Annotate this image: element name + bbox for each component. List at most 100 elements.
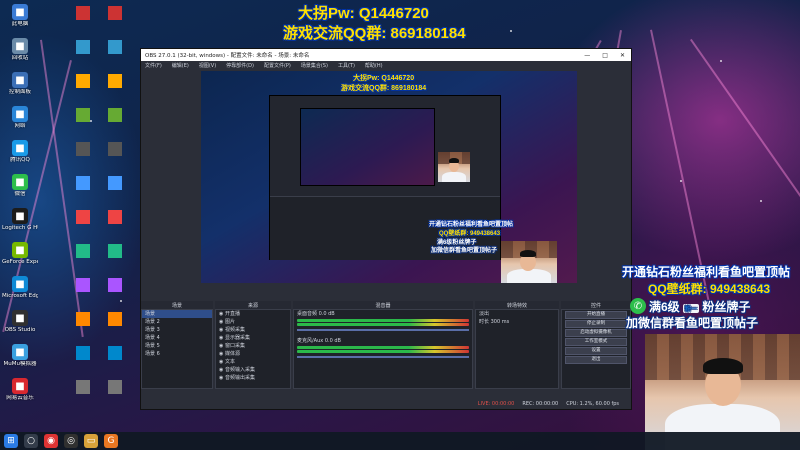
menu-item[interactable]: 配置文件(P) [264,62,291,69]
app-shortcut-icon[interactable] [108,40,122,54]
status-cpu: CPU: 1.2%, 60.00 fps [566,401,619,407]
audio-meter [297,319,469,322]
desktop-icon[interactable]: ■ 网易云音乐 [4,378,36,410]
transition-type[interactable]: 淡出 [476,310,558,318]
control-button[interactable]: 退出 [565,356,627,364]
scene-item[interactable]: 场景 2 [142,318,212,326]
preview-webcam [501,241,557,283]
desktop-icon[interactable]: ■Microsoft Edge [2,276,38,308]
desktop-icon[interactable]: ■ OBS Studio [4,310,36,342]
desktop-icon-label: 控制面板 [8,89,31,95]
volume-slider[interactable] [297,329,469,331]
app-shortcut-icon[interactable] [76,74,90,88]
desktop-icon[interactable]: ■ 控制面板 [4,72,36,104]
scene-item[interactable]: 场景 3 [142,326,212,334]
obs-window[interactable]: OBS 27.0.1 (32-bit, windows) - 配置文件: 未命名… [140,48,632,410]
app-shortcut-icon[interactable] [76,278,90,292]
scene-item[interactable]: 场景 [142,310,212,318]
menu-item[interactable]: 停靠部件(D) [226,62,254,69]
app-shortcut-icon[interactable] [76,244,90,258]
menu-item[interactable]: 帮助(H) [365,62,383,69]
app-shortcut-icon[interactable] [76,142,90,156]
overlay-join-text: 加微信群看鱼吧置顶帖子 [626,316,759,330]
source-item[interactable]: ◉ 音频输入采集 [216,366,290,374]
obs-titlebar[interactable]: OBS 27.0.1 (32-bit, windows) - 配置文件: 未命名… [141,49,631,61]
transitions-header: 转场特效 [475,301,559,309]
source-item[interactable]: ◉ 视频采集 [216,326,290,334]
transition-duration[interactable]: 时长 300 ms [476,318,558,326]
obs-icon: ■ [12,310,28,326]
control-button[interactable]: 工作室模式 [565,338,627,346]
menu-item[interactable]: 文件(F) [145,62,162,69]
desktop-icon[interactable]: ■ 此电脑 [4,4,36,36]
desktop-icon[interactable]: ■ 回收站 [4,38,36,70]
app-shortcut-icon[interactable] [108,278,122,292]
app-shortcut-icon[interactable] [108,346,122,360]
scenes-dock[interactable]: 场景 场景 2 场景 3 场景 4 场景 5 场景 6 [141,309,213,389]
maximize-button[interactable]: □ [602,52,608,59]
app-shortcut-icon[interactable] [108,6,122,20]
desktop-icon[interactable]: ■ 网络 [4,106,36,138]
taskbar: ⊞ ○ ◉ ◎ ▭ G [0,432,800,450]
desktop-icon-label: 网络 [14,123,26,129]
source-item[interactable]: ◉ 媒体源 [216,350,290,358]
app-shortcut-icon[interactable] [108,312,122,326]
game-icon[interactable]: G [104,434,118,448]
minimize-button[interactable]: — [584,52,590,59]
control-button[interactable]: 开始直播 [565,311,627,319]
source-item[interactable]: ◉ 开直播 [216,310,290,318]
obs-taskbar-icon[interactable]: ◎ [64,434,78,448]
desktop-icon[interactable]: ■Logitech G HUB [2,208,38,240]
app-shortcut-icon[interactable] [108,108,122,122]
app-shortcut-icon[interactable] [76,6,90,20]
app-shortcut-icon[interactable] [76,176,90,190]
controls-dock[interactable]: 开始直播 停止录制 启动虚拟摄像机 工作室模式 设置 退出 [561,309,631,389]
source-item[interactable]: ◉ 图片 [216,318,290,326]
source-item[interactable]: ◉ 显示器采集 [216,334,290,342]
app-shortcut-icon[interactable] [108,244,122,258]
scene-item[interactable]: 场景 4 [142,334,212,342]
transitions-dock[interactable]: 淡出 时长 300 ms [475,309,559,389]
mixer-dock[interactable]: 桌面音频 0.0 dB 麦克风/Aux 0.0 dB [293,309,473,389]
source-item[interactable]: ◉ 文本 [216,358,290,366]
app-shortcut-icon[interactable] [108,142,122,156]
sources-dock[interactable]: ◉ 开直播 ◉ 图片 ◉ 视频采集 ◉ 显示器采集 ◉ 窗口采集 ◉ 媒体源 ◉ 文本 ◉ 音… [215,309,291,389]
app-shortcut-icon[interactable] [76,380,90,394]
app-shortcut-icon[interactable] [76,312,90,326]
app-shortcut-icon[interactable] [108,176,122,190]
desktop-icon[interactable]: ■GeForce Experience [2,242,38,274]
chrome-icon[interactable]: ◉ [44,434,58,448]
control-button[interactable]: 设置 [565,347,627,355]
app-shortcut-icon[interactable] [76,40,90,54]
netease-music-icon: ■ [12,378,28,394]
app-shortcut-icon[interactable] [76,346,90,360]
desktop-icon[interactable]: ■ 微信 [4,174,36,206]
scene-item[interactable]: 场景 5 [142,342,212,350]
app-shortcut-icon[interactable] [108,380,122,394]
scene-item[interactable]: 场景 6 [142,350,212,358]
search-icon[interactable]: ○ [24,434,38,448]
desktop-icon[interactable]: ■ MuMu模拟器 [4,344,36,376]
source-item[interactable]: ◉ 音频输出采集 [216,374,290,382]
menu-item[interactable]: 工具(T) [338,62,355,69]
app-shortcut-icon[interactable] [76,210,90,224]
volume-slider[interactable] [297,356,469,358]
start-icon[interactable]: ⊞ [4,434,18,448]
recycle-bin-icon: ■ [12,38,28,54]
app-shortcut-icon[interactable] [76,108,90,122]
folder-icon[interactable]: ▭ [84,434,98,448]
desktop-icon[interactable]: ■ 腾讯QQ [4,140,36,172]
obs-title: OBS 27.0.1 (32-bit, windows) - 配置文件: 未命名… [145,53,310,59]
menu-item[interactable]: 场景集合(S) [301,62,328,69]
app-shortcut-icon[interactable] [108,74,122,88]
close-button[interactable]: ✕ [620,52,625,59]
obs-preview-canvas[interactable]: 大拐Pw: Q1446720 游戏交流QQ群: 869180184 开通钻石粉丝… [201,71,577,283]
menu-item[interactable]: 编辑(E) [172,62,189,69]
source-item[interactable]: ◉ 窗口采集 [216,342,290,350]
overlay-qq-group-text: 游戏交流QQ群: 869180184 [283,25,466,42]
app-shortcut-icon[interactable] [108,210,122,224]
control-button[interactable]: 启动虚拟摄像机 [565,329,627,337]
desktop-icon-label: Microsoft Edge [2,293,38,299]
menu-item[interactable]: 视图(V) [199,62,216,69]
control-button[interactable]: 停止录制 [565,320,627,328]
